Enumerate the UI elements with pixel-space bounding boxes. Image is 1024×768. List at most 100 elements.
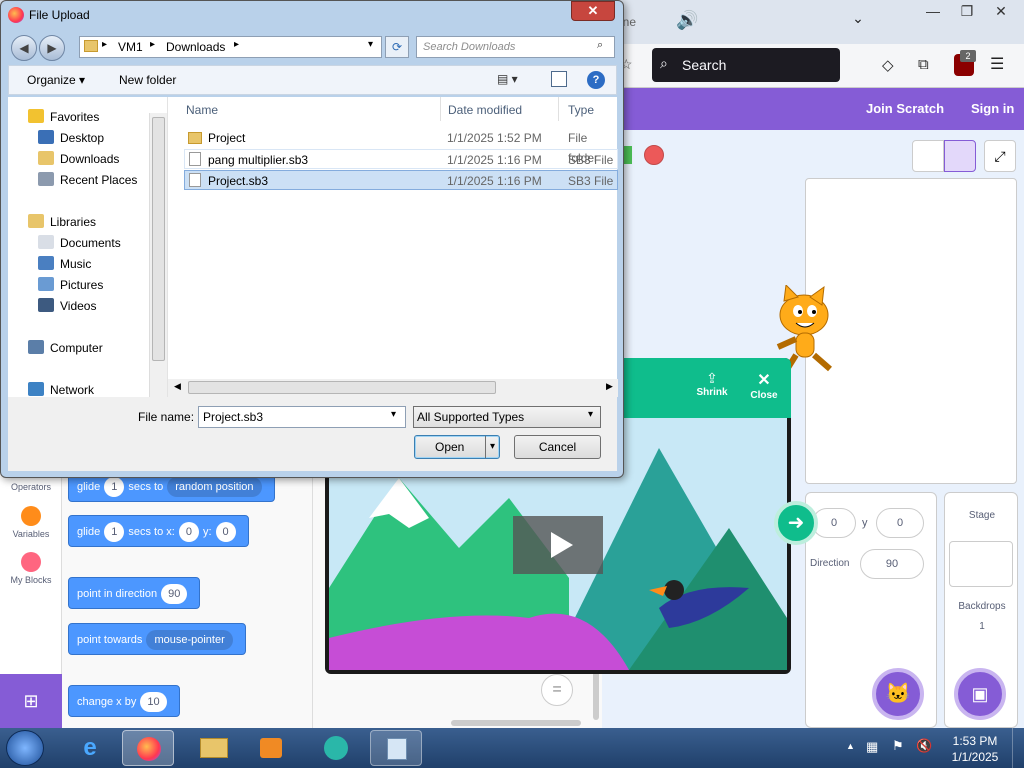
search-downloads-input[interactable]: Search Downloads ⌕ xyxy=(416,36,615,58)
block-input[interactable]: 0 xyxy=(178,522,199,542)
add-sprite-button[interactable]: 🐱 xyxy=(872,668,924,720)
nav-documents[interactable]: Documents xyxy=(38,233,121,253)
large-stage-button[interactable] xyxy=(944,140,976,172)
category-myblocks[interactable]: My Blocks xyxy=(0,575,62,585)
volume-muted-icon[interactable]: 🔇 xyxy=(916,738,932,754)
clock-time[interactable]: 1:53 PM xyxy=(948,734,1002,748)
change-x-block[interactable]: change x by 10 xyxy=(68,685,180,717)
point-direction-block[interactable]: point in direction 90 xyxy=(68,577,201,609)
dropdown-arrow-icon[interactable]: ▾ xyxy=(391,409,396,420)
app-icon[interactable] xyxy=(310,730,362,766)
cancel-button[interactable]: Cancel xyxy=(514,435,601,459)
column-date[interactable]: Date modified xyxy=(448,103,522,117)
sprite-x-input[interactable]: 0 xyxy=(812,508,856,538)
shrink-button[interactable]: ⇪ Shrink xyxy=(687,370,737,398)
file-row-project-sb3[interactable]: Project.sb3 1/1/2025 1:16 PM SB3 File xyxy=(184,170,618,190)
network-tray-icon[interactable]: ▦ xyxy=(866,739,878,755)
new-folder-button[interactable]: New folder xyxy=(119,73,176,87)
join-scratch-link[interactable]: Join Scratch xyxy=(866,101,944,116)
extensions-icon[interactable]: ⧉ xyxy=(918,56,938,76)
dropdown-arrow-icon[interactable]: ▾ xyxy=(588,409,593,420)
block-input[interactable]: 10 xyxy=(140,692,167,712)
close-window-icon[interactable]: ✕ xyxy=(984,0,1018,22)
direction-input[interactable]: 90 xyxy=(860,549,924,579)
block-dropdown[interactable]: random position xyxy=(167,477,262,497)
zoom-reset-icon[interactable]: = xyxy=(541,674,573,706)
nav-pictures[interactable]: Pictures xyxy=(38,275,103,295)
file-hscrollbar[interactable]: ◀ ▶ xyxy=(168,379,618,397)
block-input[interactable]: 0 xyxy=(215,522,236,542)
file-name-input[interactable]: Project.sb3 ▾ xyxy=(198,406,406,428)
view-options-icon[interactable]: ▤ ▾ xyxy=(497,72,518,86)
open-dropdown-icon[interactable]: ▾ xyxy=(485,436,495,458)
address-bar[interactable]: ▸ VM1 ▸ Downloads ▸ ▾ xyxy=(79,36,382,58)
media-player-icon[interactable] xyxy=(246,730,298,766)
block-dropdown[interactable]: mouse-pointer xyxy=(146,630,233,650)
column-type[interactable]: Type xyxy=(568,103,594,117)
show-desktop-button[interactable] xyxy=(1012,728,1024,768)
tab-audio-icon[interactable]: 🔊 xyxy=(676,10,700,34)
preview-pane-icon[interactable] xyxy=(551,71,567,87)
nav-desktop[interactable]: Desktop xyxy=(38,128,104,148)
minimize-icon[interactable]: — xyxy=(916,0,950,22)
stop-icon[interactable] xyxy=(644,145,664,165)
small-stage-button[interactable] xyxy=(912,140,944,172)
nav-computer[interactable]: Computer xyxy=(28,338,103,358)
close-video-button[interactable]: ✕ Close xyxy=(741,370,787,401)
firefox-taskbar-icon[interactable] xyxy=(122,730,174,766)
tab-partial[interactable]: ine xyxy=(620,8,650,36)
column-name[interactable]: Name xyxy=(186,103,218,117)
nav-libraries[interactable]: Libraries xyxy=(28,212,96,232)
category-variables[interactable]: Variables xyxy=(0,529,62,539)
start-button[interactable] xyxy=(6,730,44,766)
block-input[interactable]: 90 xyxy=(161,584,188,604)
stage[interactable] xyxy=(776,178,1017,484)
category-operators[interactable]: Operators xyxy=(0,482,62,492)
fullscreen-icon[interactable]: ⤢ xyxy=(984,140,1016,172)
tab-list-chevron-icon[interactable]: ⌄ xyxy=(846,10,870,34)
organize-button[interactable]: Organize ▾ xyxy=(27,73,85,87)
horizontal-scrollbar[interactable] xyxy=(451,720,581,726)
help-icon[interactable]: ? xyxy=(587,71,605,89)
show-hidden-icons[interactable]: ▲ xyxy=(846,741,855,751)
menu-icon[interactable]: ☰ xyxy=(990,54,1010,74)
ie-icon[interactable]: e xyxy=(64,730,116,766)
breadcrumb-vm1[interactable]: VM1 xyxy=(118,40,143,54)
forward-button[interactable]: ▶ xyxy=(39,35,65,61)
dialog-titlebar[interactable]: File Upload xyxy=(1,1,623,31)
glide-xy-block[interactable]: glide 1 secs to x: 0 y: 0 xyxy=(68,515,249,547)
nav-recent-places[interactable]: Recent Places xyxy=(38,170,137,190)
nav-scroll-thumb[interactable] xyxy=(152,117,165,361)
dialog-close-button[interactable]: ✕ xyxy=(571,1,615,21)
add-backdrop-button[interactable]: ▣ xyxy=(954,668,1006,720)
sprite-y-input[interactable]: 0 xyxy=(876,508,924,538)
flag-tray-icon[interactable]: ⚑ xyxy=(892,738,904,754)
clock-date[interactable]: 1/1/2025 xyxy=(946,750,1004,764)
refresh-button[interactable]: ⟳ xyxy=(385,36,409,58)
sign-in-link[interactable]: Sign in xyxy=(971,101,1014,116)
stage-thumbnail[interactable] xyxy=(949,541,1013,587)
restore-icon[interactable]: ❐ xyxy=(950,0,984,22)
point-towards-block[interactable]: point towards mouse-pointer xyxy=(68,623,246,655)
file-row-pang-multiplier[interactable]: pang multiplier.sb3 1/1/2025 1:16 PM SB3… xyxy=(184,149,618,169)
open-button[interactable]: Open ▾ xyxy=(414,435,500,459)
back-button[interactable]: ◀ xyxy=(11,35,37,61)
file-hscroll-thumb[interactable] xyxy=(188,381,496,394)
scroll-left-icon[interactable]: ◀ xyxy=(174,381,181,392)
explorer-icon[interactable] xyxy=(188,730,240,766)
pocket-icon[interactable]: ◇ xyxy=(882,56,902,76)
file-type-select[interactable]: All Supported Types ▾ xyxy=(413,406,601,428)
nav-downloads[interactable]: Downloads xyxy=(38,149,119,169)
category-myblocks-dot[interactable] xyxy=(21,552,41,572)
nav-music[interactable]: Music xyxy=(38,254,91,274)
video-next-arrow-icon[interactable]: ➜ xyxy=(774,501,818,545)
nav-favorites[interactable]: Favorites xyxy=(28,107,99,127)
vertical-scrollbar[interactable] xyxy=(593,670,599,720)
block-input[interactable]: 1 xyxy=(104,477,125,497)
category-variables-dot[interactable] xyxy=(21,506,41,526)
nav-scrollbar[interactable] xyxy=(149,113,167,397)
file-row-project-folder[interactable]: Project 1/1/2025 1:52 PM File folder xyxy=(184,128,618,165)
notepad-icon[interactable] xyxy=(370,730,422,766)
address-dropdown-icon[interactable]: ▾ xyxy=(368,39,373,50)
scroll-right-icon[interactable]: ▶ xyxy=(606,381,613,392)
